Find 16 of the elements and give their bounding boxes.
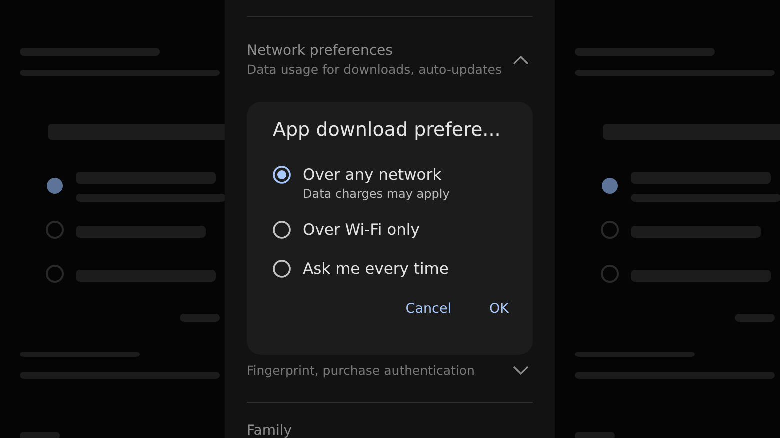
chevron-down-icon[interactable] <box>513 366 529 376</box>
setting-title: Family <box>247 422 292 438</box>
setting-subtitle: Fingerprint, purchase authentication <box>247 362 475 380</box>
option-label: Over any network <box>303 165 443 186</box>
radio-button[interactable] <box>273 260 291 278</box>
radio-button[interactable] <box>273 166 291 184</box>
option-label: Over Wi-Fi only <box>303 220 420 241</box>
radio-button[interactable] <box>273 221 291 239</box>
option-hint: Data charges may apply <box>303 186 450 202</box>
dialog-title: App download prefere... <box>273 118 502 143</box>
ok-button[interactable]: OK <box>480 297 519 321</box>
setting-subtitle: Data usage for downloads, auto-updates <box>247 61 502 79</box>
cancel-button[interactable]: Cancel <box>396 297 462 321</box>
option-label: Ask me every time <box>303 259 449 280</box>
chevron-up-icon[interactable] <box>513 55 529 65</box>
setting-title: Network preferences <box>247 42 394 61</box>
